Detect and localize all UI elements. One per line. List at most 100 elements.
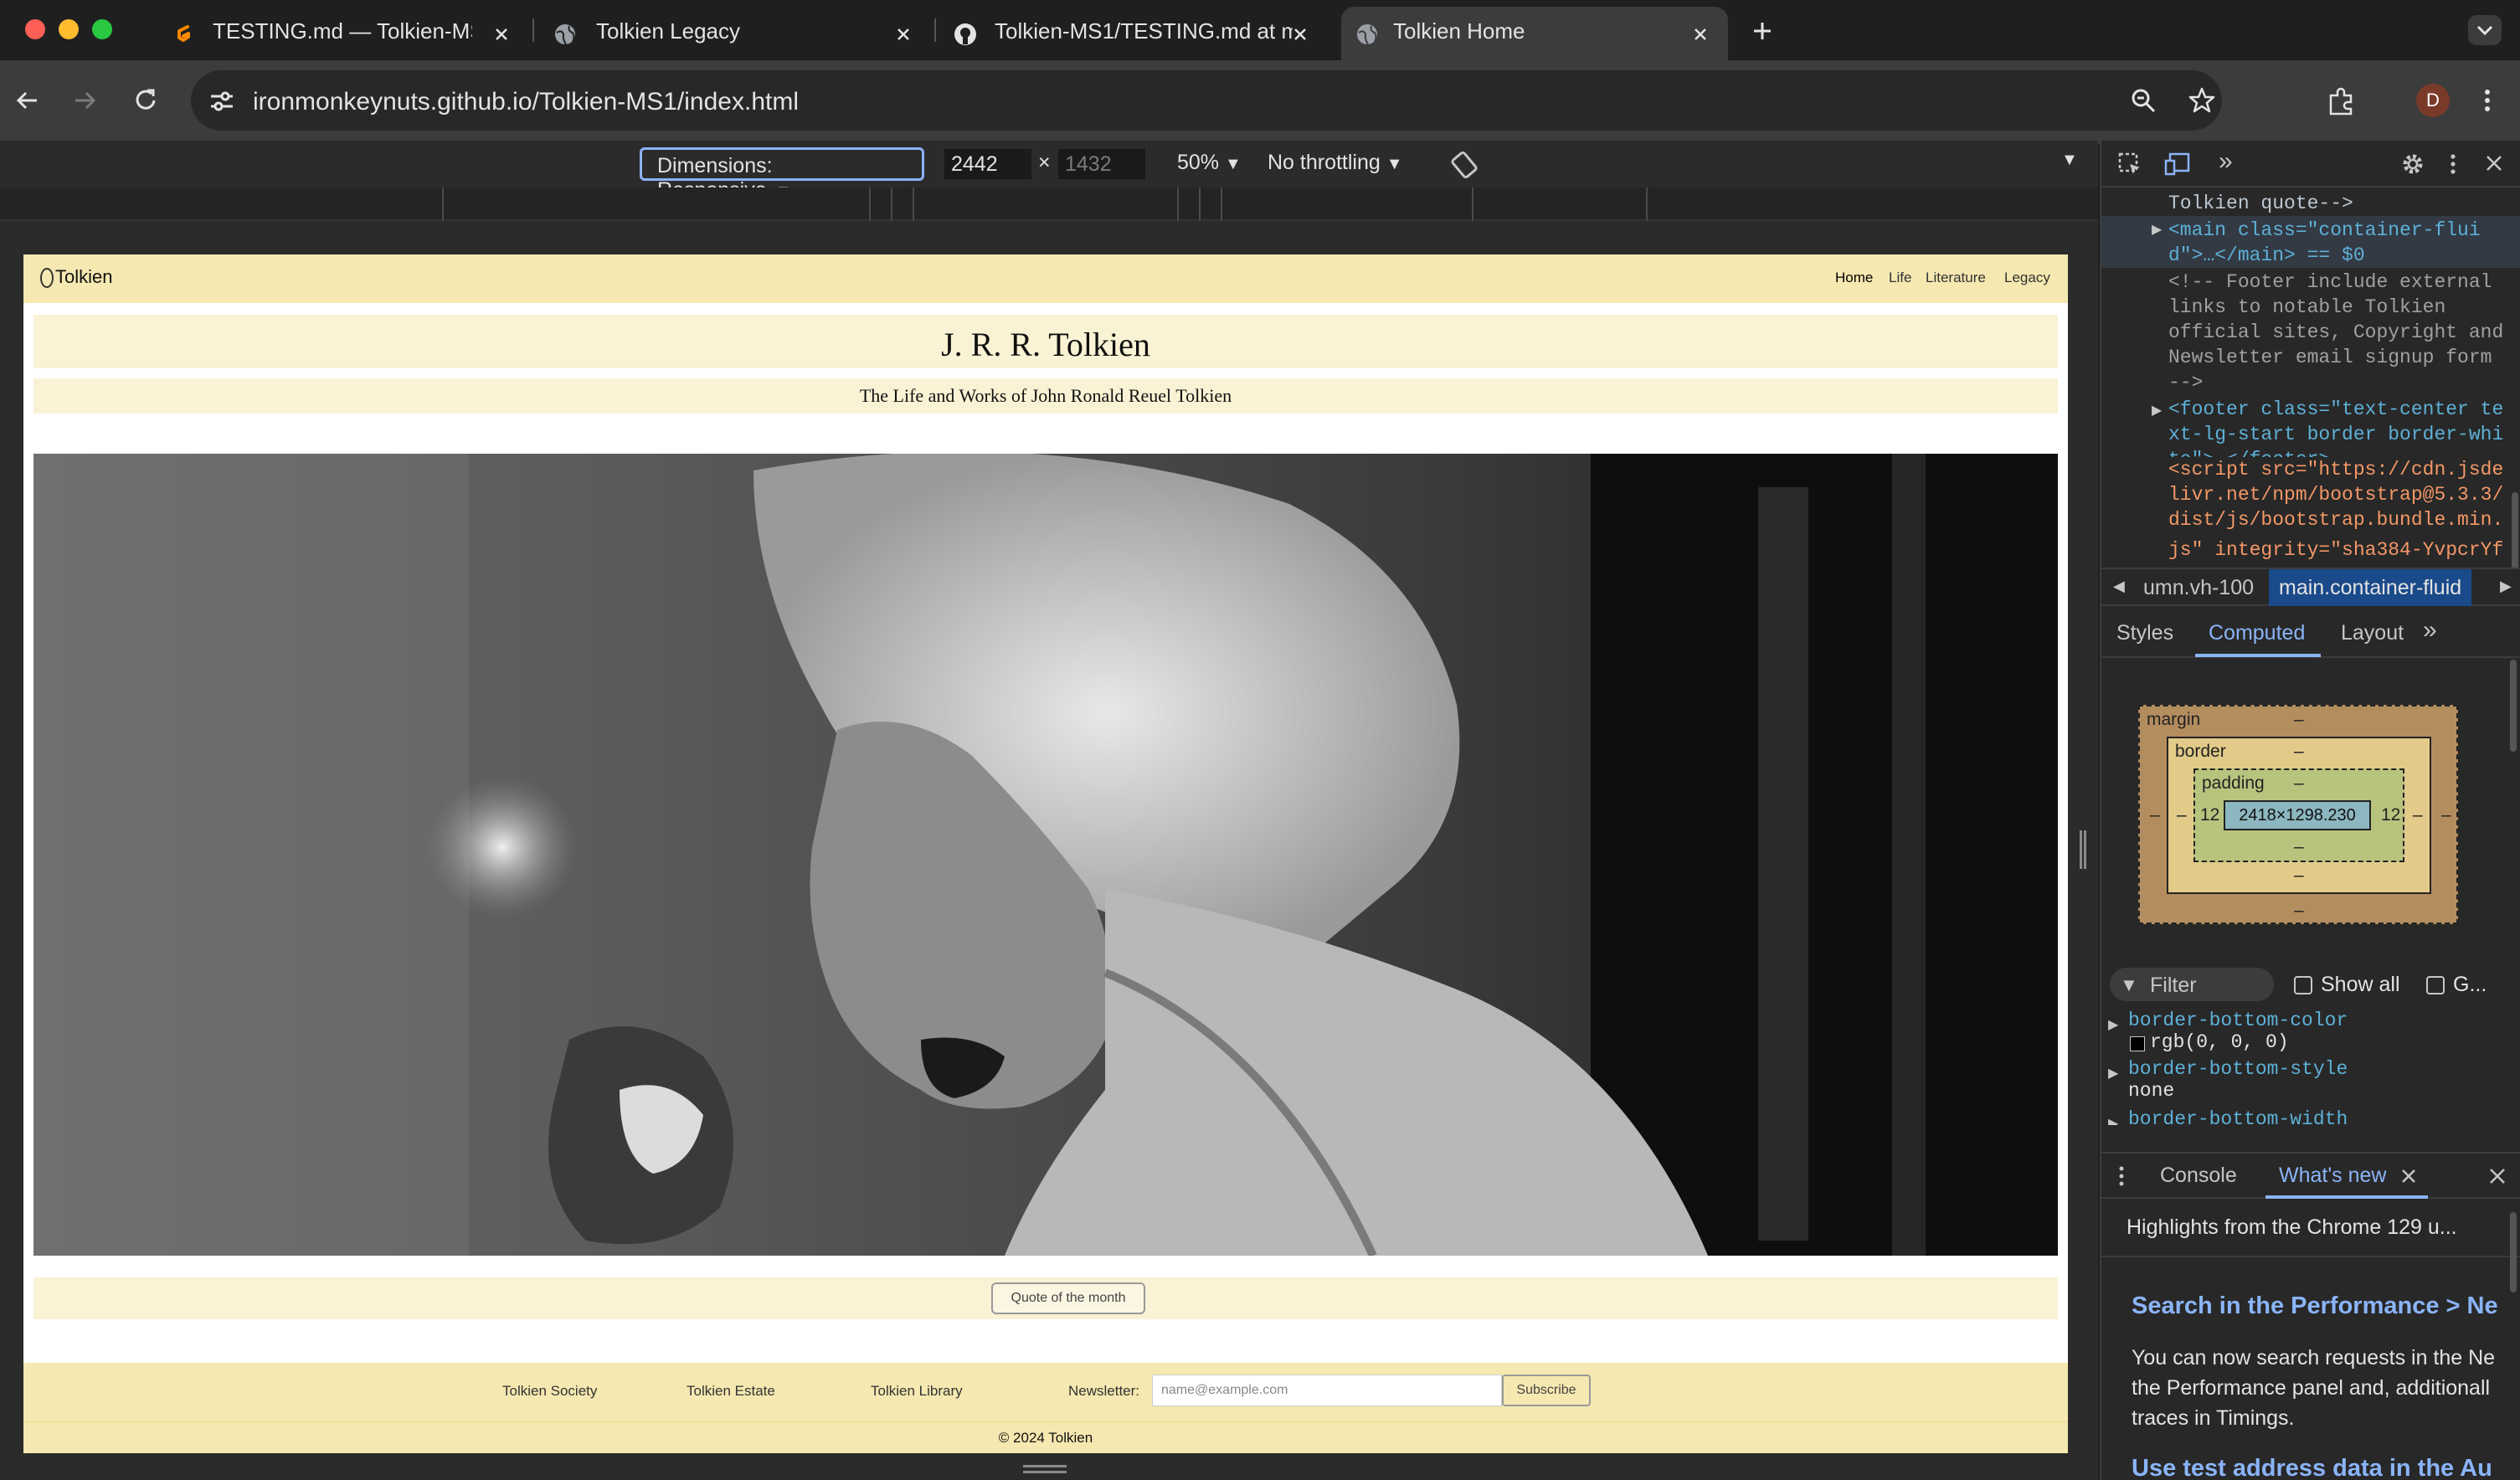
inspect-element-icon[interactable] [2116,151,2143,177]
property-name[interactable]: border-bottom-width [2128,1108,2348,1125]
filter-input[interactable]: ▼ Filter [2110,968,2274,1001]
padding-right-value[interactable]: 12 [2381,805,2400,825]
height-input[interactable]: 1432 [1058,149,1145,179]
nav-life-link[interactable]: Life [1889,270,1911,286]
close-tab-icon[interactable] [2398,1165,2420,1187]
box-model-padding[interactable]: padding – 12 12 – 2418×1298.230 [2193,768,2404,862]
computed-scrollbar[interactable] [2510,660,2517,752]
code-line[interactable]: d">…</main> == $0 [2168,244,2365,266]
close-tab-icon[interactable] [1688,22,1713,47]
tab-styles[interactable]: Styles [2116,621,2173,645]
code-line[interactable]: livr.net/npm/bootstrap@5.3.3/ [2168,484,2503,506]
color-swatch[interactable] [2130,1036,2145,1051]
nav-literature-link[interactable]: Literature [1926,270,1986,286]
avatar[interactable]: D [2416,84,2450,117]
close-tab-icon[interactable] [1288,22,1313,47]
show-all-checkbox[interactable] [2294,976,2312,994]
tab-github-testing[interactable]: Tolkien-MS1/TESTING.md at m [936,7,1338,60]
close-tab-icon[interactable] [489,22,514,47]
width-input[interactable]: 2442 [944,149,1031,179]
device-toggle-icon[interactable] [2163,151,2192,177]
resize-handle-bottom[interactable] [1023,1465,1067,1473]
tab-layout[interactable]: Layout [2341,621,2404,645]
globe-icon [1355,22,1380,47]
expand-arrow-icon[interactable]: ▶ [2108,1115,2118,1125]
tab-tolkien-home[interactable]: Tolkien Home [1341,7,1728,60]
dimensions-select[interactable]: Dimensions: Responsive▼ [640,147,924,202]
nav-home-link[interactable]: Home [1835,270,1873,286]
site-info-icon[interactable] [208,87,236,116]
zoom-select[interactable]: 50% ▼ [1177,151,1242,175]
back-icon[interactable] [12,85,42,116]
property-value: none [2128,1080,2175,1102]
code-line[interactable]: <footer class="text-center te [2168,398,2503,420]
footer-link-tolkien-library[interactable]: Tolkien Library [871,1383,963,1400]
tab-computed[interactable]: Computed [2209,621,2305,645]
site-brand[interactable]: Tolkien [40,266,112,289]
extensions-icon[interactable] [2326,85,2358,117]
rotate-icon[interactable] [1448,149,1480,181]
tab-search-button[interactable] [2468,15,2502,45]
code-line[interactable]: xt-lg-start border border-whi [2168,424,2503,445]
close-drawer-icon[interactable] [2487,1165,2508,1187]
tab-whats-new[interactable]: What's new [2279,1164,2386,1188]
device-options-icon[interactable]: ▼ [2061,151,2078,170]
more-tabs-icon[interactable]: » [2423,616,2437,645]
code-line[interactable]: <main class="container-flui [2168,219,2481,241]
expand-arrow-icon[interactable]: ▶ [2108,1065,2118,1082]
maximize-window-button[interactable] [92,19,112,39]
property-name[interactable]: border-bottom-color [2128,1010,2348,1031]
resize-handle-right[interactable] [2080,830,2086,869]
more-tabs-icon[interactable]: » [2219,147,2233,176]
box-model-margin[interactable]: margin – – – – border – – – – padding – … [2138,705,2458,924]
box-dash: – [2294,901,2304,920]
code-line[interactable]: js" integrity="sha384-YvpcrYf [2168,539,2503,561]
quote-banner: Quote of the month [33,1277,2058,1319]
code-line[interactable]: te">…</footer> [2168,449,2330,457]
newsletter-email-field[interactable]: name@example.com [1152,1375,1502,1406]
box-model-content[interactable]: 2418×1298.230 [2224,800,2371,830]
close-devtools-icon[interactable] [2481,151,2507,176]
tab-console[interactable]: Console [2160,1164,2237,1188]
subscribe-button[interactable]: Subscribe [1502,1375,1591,1406]
expand-arrow-icon[interactable]: ▶ [2108,1016,2118,1033]
tab-testing-gitpod[interactable]: TESTING.md — Tolkien-MS1 - [142,7,524,60]
zoom-icon[interactable] [2128,85,2158,116]
minimize-window-button[interactable] [59,19,79,39]
settings-gear-icon[interactable] [2399,151,2426,177]
code-line[interactable]: dist/js/bootstrap.bundle.min. [2168,509,2503,531]
throttling-select[interactable]: No throttling ▼ [1268,151,1403,175]
article-heading-link[interactable]: Search in the Performance > Ne [2132,1292,2498,1320]
close-tab-icon[interactable] [891,22,916,47]
breadcrumb-item-active[interactable]: main.container-fluid [2269,569,2472,606]
expand-arrow-icon[interactable]: ▶ [2152,402,2162,419]
nav-legacy-link[interactable]: Legacy [2004,270,2050,286]
devtools-menu-icon[interactable] [2445,151,2461,177]
tab-tolkien-legacy[interactable]: Tolkien Legacy [534,7,936,60]
drawer-menu-icon[interactable] [2113,1164,2130,1189]
box-model-border[interactable]: border – – – – padding – 12 12 – 2418×12… [2167,737,2431,894]
reload-icon[interactable] [131,85,161,116]
scroll-left-icon[interactable]: ◀ [2113,578,2125,595]
filter-icon: ▼ [2120,974,2138,995]
breadcrumb-item[interactable]: umn.vh-100 [2143,576,2254,600]
more-menu-icon[interactable] [2475,85,2500,116]
url-text[interactable]: ironmonkeynuts.github.io/Tolkien-MS1/ind… [253,88,799,116]
code-line[interactable]: <script src="https://cdn.jsde [2168,459,2503,480]
article-heading-link[interactable]: Use test address data in the Au [2132,1455,2492,1480]
footer-link-tolkien-estate[interactable]: Tolkien Estate [687,1383,775,1400]
footer-link-tolkien-society[interactable]: Tolkien Society [502,1383,597,1400]
padding-left-value[interactable]: 12 [2200,805,2219,825]
newsletter-label: Newsletter: [1068,1383,1140,1399]
bookmark-star-icon[interactable] [2187,85,2217,116]
scroll-right-icon[interactable]: ▶ [2500,578,2512,595]
new-tab-icon[interactable] [1748,17,1777,45]
expand-arrow-icon[interactable]: ▶ [2152,221,2162,238]
group-checkbox[interactable] [2426,976,2445,994]
drawer-scrollbar[interactable] [2510,1212,2517,1292]
property-name[interactable]: border-bottom-style [2128,1058,2348,1080]
close-window-button[interactable] [25,19,45,39]
forward-icon[interactable] [70,85,100,116]
code-line: official sites, Copyright and [2168,321,2504,343]
quote-of-month-button[interactable]: Quote of the month [991,1282,1145,1314]
